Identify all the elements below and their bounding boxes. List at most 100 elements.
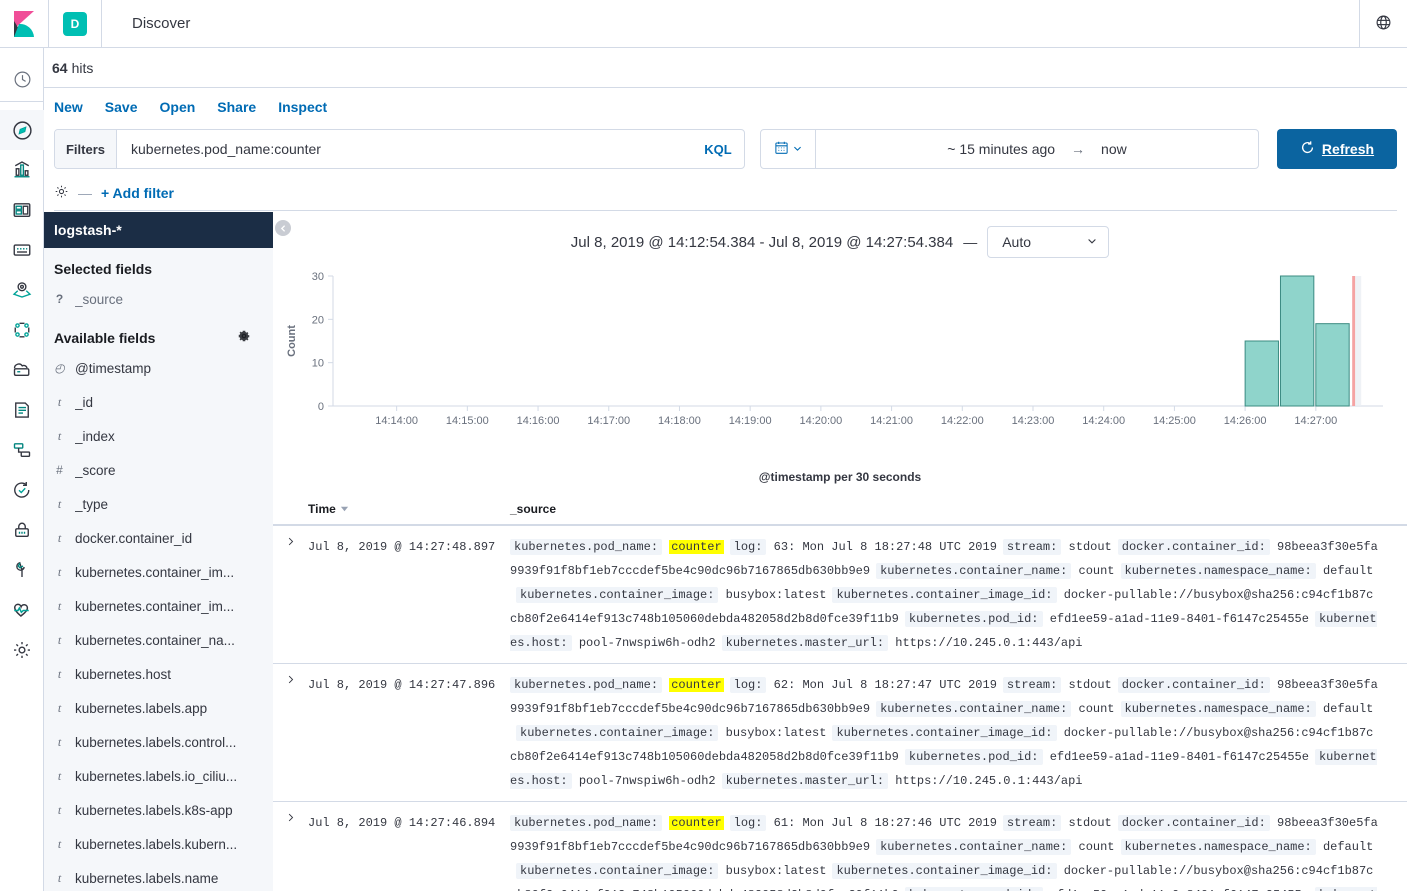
sidebar-item-machine-learning[interactable] (0, 310, 44, 350)
field-list-item[interactable]: # _score (44, 453, 273, 487)
sidebar-item-uptime[interactable] (0, 470, 44, 510)
table-row[interactable]: Jul 8, 2019 @ 14:27:48.897 kubernetes.pod… (273, 526, 1407, 664)
chart-y-axis-label: Count (286, 325, 298, 357)
source-field-key: kubernetes.pod_name: (510, 677, 663, 693)
available-fields-list: ◴ @timestamp t _id t _index # _score t _type t dock… (44, 351, 273, 891)
source-field-value: https://10.245.0.1:443/api (895, 636, 1083, 650)
field-list-item[interactable]: t _index (44, 419, 273, 453)
sidebar-item-canvas[interactable] (0, 230, 44, 270)
field-list-item[interactable]: t kubernetes.container_im... (44, 555, 273, 589)
caret-down-icon (340, 502, 349, 516)
share-button[interactable]: Share (217, 99, 256, 115)
space-selector[interactable]: D (49, 0, 102, 47)
chart-time-range: Jul 8, 2019 @ 14:12:54.384 - Jul 8, 2019… (570, 233, 954, 251)
time-range-display[interactable]: ~ 15 minutes ago → now (816, 130, 1258, 168)
help-button[interactable] (1359, 0, 1407, 47)
inspect-button[interactable]: Inspect (278, 99, 327, 115)
source-column-header[interactable]: _source (510, 502, 1407, 516)
expand-row-button[interactable] (273, 811, 308, 891)
sidebar-item-discover[interactable] (0, 110, 44, 150)
chevron-down-icon (1086, 234, 1098, 250)
filters-button[interactable]: Filters (55, 130, 117, 168)
source-field-value: stdout (1068, 540, 1112, 554)
source-field-key: kubernetes.namespace_name: (1120, 563, 1316, 579)
query-bar: Filters kubernetes.pod_name:counter KQL … (54, 129, 1397, 169)
histogram-bar[interactable] (1244, 340, 1279, 407)
add-filter-button[interactable]: + Add filter (101, 185, 174, 201)
sidebar-item-dashboard[interactable] (0, 190, 44, 230)
new-button[interactable]: New (54, 99, 83, 115)
field-list-item[interactable]: t kubernetes.labels.kubern... (44, 827, 273, 861)
query-language-button[interactable]: KQL (692, 130, 744, 168)
field-list-item[interactable]: t docker.container_id (44, 521, 273, 555)
time-range-end: now (1101, 141, 1127, 157)
field-list-item[interactable]: ? _source (44, 282, 273, 316)
field-list-item[interactable]: t kubernetes.container_im... (44, 589, 273, 623)
x-axis-tick: 14:24:00 (1082, 415, 1125, 427)
histogram-bar[interactable] (1315, 323, 1350, 407)
field-name: kubernetes.container_im... (75, 564, 235, 580)
chevron-right-icon (288, 675, 294, 684)
field-list-item[interactable]: t kubernetes.labels.control... (44, 725, 273, 759)
source-field-key: kubernetes.container_image: (516, 587, 719, 603)
expand-row-button[interactable] (273, 535, 308, 655)
field-name: kubernetes.labels.k8s-app (75, 802, 233, 818)
sidebar-item-logs[interactable] (0, 390, 44, 430)
sidebar-item-dev-tools[interactable] (0, 550, 44, 590)
field-type-icon: # (56, 463, 63, 477)
histogram-chart[interactable]: 0 10 20 30 14:14:00 14:15:00 14:16:00 14:17:00 1… (273, 266, 1407, 466)
source-field-value: busybox:latest (725, 588, 827, 602)
field-list-item[interactable]: t kubernetes.labels.app (44, 691, 273, 725)
y-axis-tick: 0 (318, 401, 324, 413)
expand-row-button[interactable] (273, 673, 308, 793)
field-list-item[interactable]: t _id (44, 385, 273, 419)
x-axis-tick: 14:26:00 (1224, 415, 1267, 427)
table-header-row: Time _source (273, 502, 1407, 526)
sidebar-item-apm[interactable] (0, 430, 44, 470)
field-name: kubernetes.container_im... (75, 598, 235, 614)
field-type-icon: t (57, 496, 62, 511)
sidebar-item-siem[interactable] (0, 510, 44, 550)
index-pattern-selector[interactable]: logstash-* (44, 212, 273, 248)
source-field-key: kubernetes.container_image_id: (832, 863, 1057, 879)
sidebar-item-monitoring[interactable] (0, 590, 44, 630)
open-button[interactable]: Open (160, 99, 196, 115)
field-list-item[interactable]: t kubernetes.host (44, 657, 273, 691)
refresh-button[interactable]: Refresh (1277, 129, 1397, 169)
field-name: kubernetes.labels.app (75, 700, 208, 716)
interval-select[interactable]: Auto (987, 226, 1110, 258)
field-list-item[interactable]: ◴ @timestamp (44, 351, 273, 385)
table-row[interactable]: Jul 8, 2019 @ 14:27:47.896 kubernetes.pod… (273, 664, 1407, 802)
chart-header: Jul 8, 2019 @ 14:12:54.384 - Jul 8, 2019… (273, 212, 1407, 262)
sidebar-item-recently-viewed[interactable] (0, 58, 44, 102)
table-row[interactable]: Jul 8, 2019 @ 14:27:46.894 kubernetes.pod… (273, 802, 1407, 891)
source-field-value: stdout (1068, 816, 1112, 830)
field-list-item[interactable]: t kubernetes.labels.k8s-app (44, 793, 273, 827)
sidebar-item-infrastructure[interactable] (0, 350, 44, 390)
field-list-item[interactable]: t kubernetes.labels.io_ciliu... (44, 759, 273, 793)
source-field-value: 63: Mon Jul 8 18:27:48 UTC 2019 (773, 540, 997, 554)
time-column-header[interactable]: Time (308, 502, 510, 516)
kibana-logo[interactable] (0, 0, 49, 47)
field-name: _type (75, 496, 109, 512)
field-type-icon: t (57, 394, 62, 409)
field-list-item[interactable]: t kubernetes.labels.name (44, 861, 273, 891)
save-button[interactable]: Save (105, 99, 138, 115)
source-field-value: 62: Mon Jul 8 18:27:47 UTC 2019 (773, 678, 997, 692)
field-list-item[interactable]: t _type (44, 487, 273, 521)
sidebar-item-management[interactable] (0, 630, 44, 670)
sidebar-item-maps[interactable] (0, 270, 44, 310)
field-name: kubernetes.labels.name (75, 870, 219, 886)
field-type-icon: t (57, 700, 62, 715)
field-list-item[interactable]: t kubernetes.container_na... (44, 623, 273, 657)
source-field-key: kubernetes.pod_name: (510, 815, 663, 831)
source-field-value: default (1322, 702, 1374, 716)
sidebar-item-visualize[interactable] (0, 150, 44, 190)
filter-options-gear-icon[interactable] (54, 184, 69, 202)
histogram-bar[interactable] (1279, 275, 1315, 407)
quick-select-button[interactable] (761, 130, 816, 168)
sidebar-collapse-button[interactable] (275, 220, 291, 236)
field-settings-gear-icon[interactable] (237, 329, 263, 346)
x-axis-tick: 14:19:00 (729, 415, 772, 427)
search-input[interactable]: kubernetes.pod_name:counter (117, 130, 692, 168)
